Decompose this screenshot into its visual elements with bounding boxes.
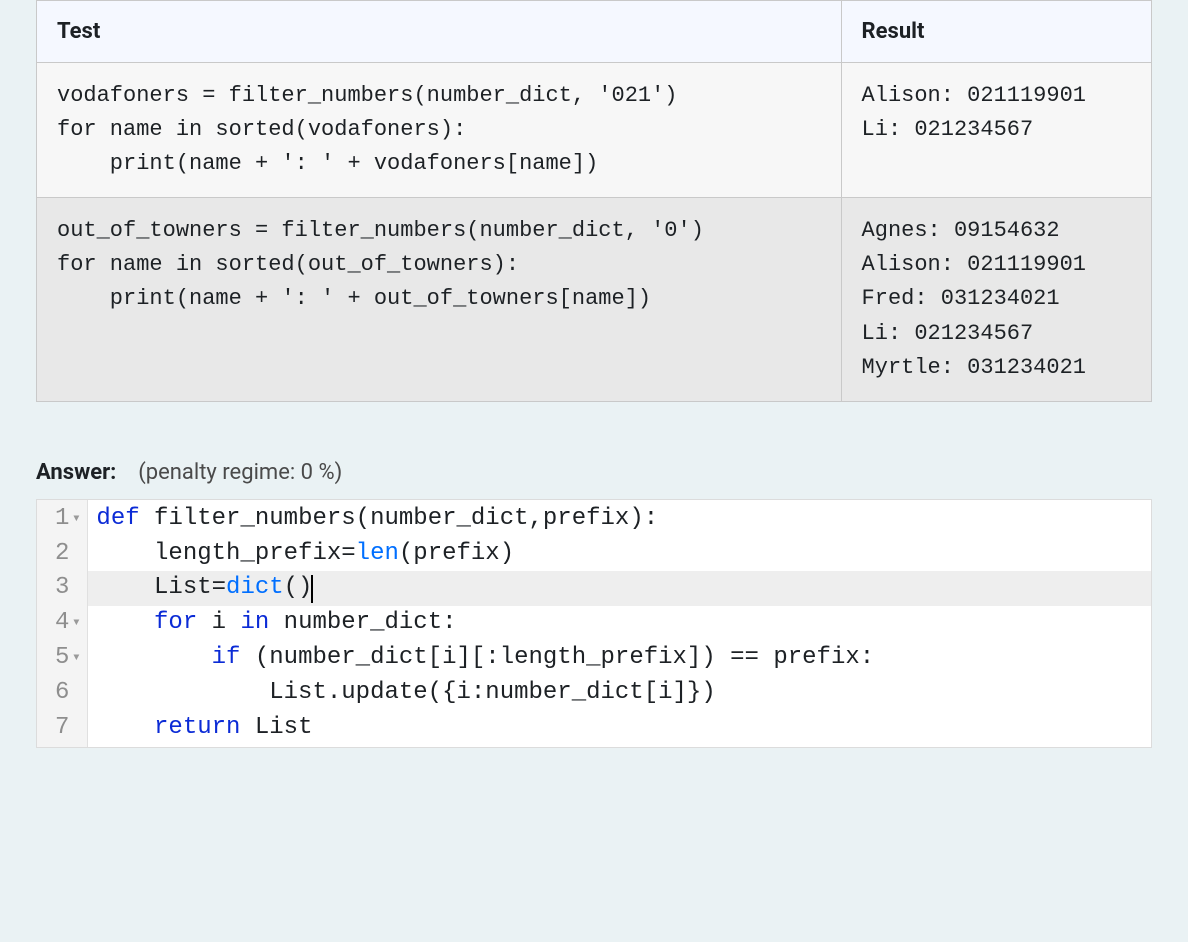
line-number: 6 xyxy=(37,676,87,711)
test-cell: vodafoners = filter_numbers(number_dict,… xyxy=(37,63,842,198)
table-row: vodafoners = filter_numbers(number_dict,… xyxy=(37,63,1152,198)
code-line[interactable]: for i in number_dict: xyxy=(88,606,1151,641)
page-container: Test Result vodafoners = filter_numbers(… xyxy=(0,0,1188,784)
col-header-test: Test xyxy=(37,1,842,63)
line-number-gutter: 1▼2 3 4▼5▼6 7 xyxy=(37,500,88,748)
line-number: 2 xyxy=(37,537,87,572)
table-row: out_of_towners = filter_numbers(number_d… xyxy=(37,198,1152,401)
line-number: 3 xyxy=(37,571,87,606)
line-number: 5▼ xyxy=(37,641,87,676)
col-header-result: Result xyxy=(841,1,1151,63)
test-cell: out_of_towners = filter_numbers(number_d… xyxy=(37,198,842,401)
code-line[interactable]: length_prefix=len(prefix) xyxy=(88,537,1151,572)
code-line[interactable]: if (number_dict[i][:length_prefix]) == p… xyxy=(88,641,1151,676)
answer-section: Answer: (penalty regime: 0 %) 1▼2 3 4▼5▼… xyxy=(36,460,1152,749)
result-cell: Agnes: 09154632 Alison: 021119901 Fred: … xyxy=(841,198,1151,401)
answer-label: Answer: (penalty regime: 0 %) xyxy=(36,460,1152,485)
code-line[interactable]: def filter_numbers(number_dict,prefix): xyxy=(88,502,1151,537)
line-number: 1▼ xyxy=(37,502,87,537)
fold-icon[interactable]: ▼ xyxy=(73,513,79,528)
fold-icon[interactable]: ▼ xyxy=(73,617,79,632)
code-line[interactable]: List.update({i:number_dict[i]}) xyxy=(88,676,1151,711)
text-cursor xyxy=(311,575,313,603)
code-area[interactable]: def filter_numbers(number_dict,prefix): … xyxy=(88,500,1151,748)
test-result-table: Test Result vodafoners = filter_numbers(… xyxy=(36,0,1152,402)
result-cell: Alison: 021119901 Li: 021234567 xyxy=(841,63,1151,198)
code-line[interactable]: List=dict() xyxy=(88,571,1151,606)
line-number: 7 xyxy=(37,711,87,746)
code-editor[interactable]: 1▼2 3 4▼5▼6 7 def filter_numbers(number_… xyxy=(36,499,1152,749)
code-line[interactable]: return List xyxy=(88,711,1151,746)
fold-icon[interactable]: ▼ xyxy=(73,652,79,667)
penalty-regime: (penalty regime: 0 %) xyxy=(138,460,342,485)
answer-label-text: Answer: xyxy=(36,460,116,485)
line-number: 4▼ xyxy=(37,606,87,641)
